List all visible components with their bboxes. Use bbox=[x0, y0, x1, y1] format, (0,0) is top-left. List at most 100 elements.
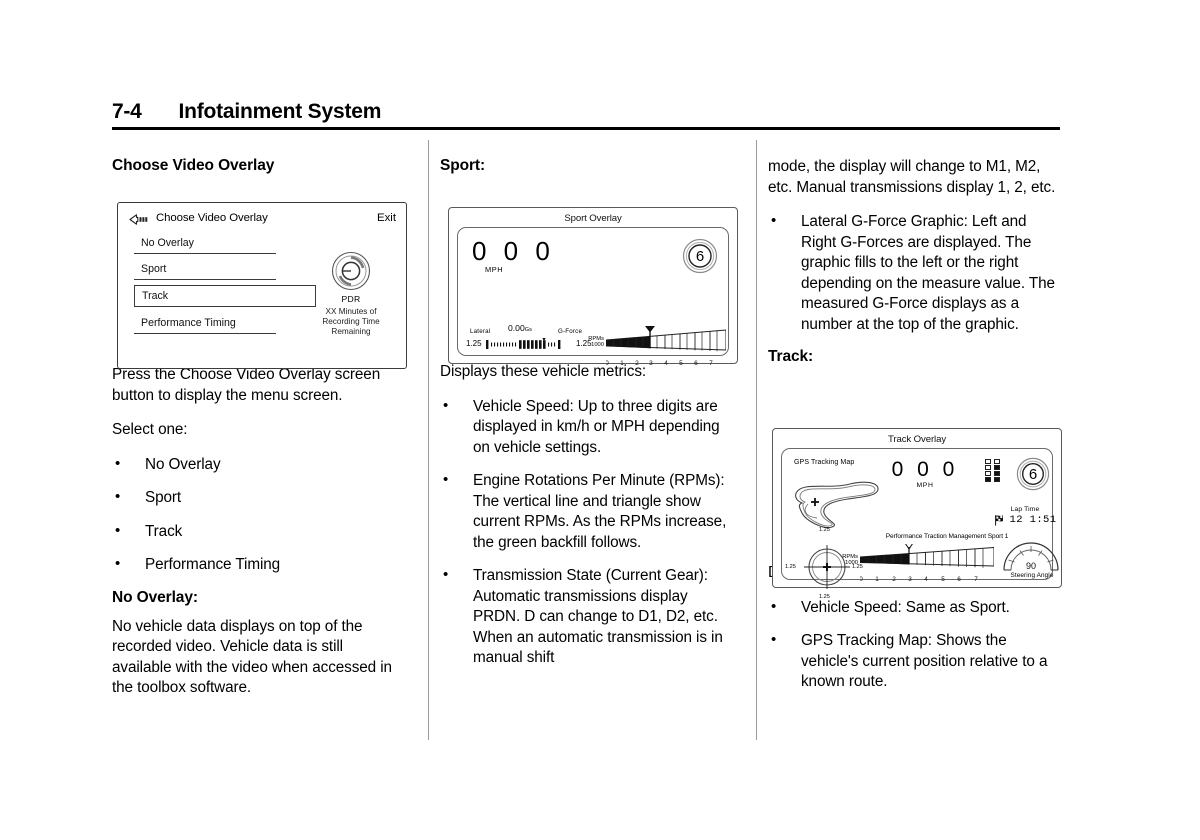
list-item: Transmission State (Current Gear): Autom… bbox=[440, 565, 732, 669]
pdr-dial-icon bbox=[328, 250, 374, 292]
steering-angle-label: Steering Angle bbox=[1010, 572, 1054, 579]
svg-text:3: 3 bbox=[908, 576, 912, 583]
figure-titlebar: Choose Video Overlay Exit bbox=[128, 212, 396, 228]
speed-digits: 0 0 0 bbox=[891, 458, 959, 481]
gear-indicator: 6 bbox=[682, 238, 718, 274]
menu-item-no-overlay[interactable]: No Overlay bbox=[134, 233, 276, 254]
list-item: Lateral G-Force Graphic: Left and Right … bbox=[768, 211, 1060, 335]
section-heading-no-overlay: No Overlay: bbox=[112, 588, 198, 606]
led-segment bbox=[994, 464, 1000, 470]
overlay-options-list: No Overlay Sport Track Performance Timin… bbox=[112, 454, 404, 576]
lateral-gforce-list: Lateral G-Force Graphic: Left and Right … bbox=[768, 211, 1060, 335]
svg-text:4: 4 bbox=[924, 576, 928, 583]
sport-overlay-screen: 0 0 0 MPH 6 Lateral 0.00Gs G-Force 1.25 … bbox=[457, 227, 729, 367]
list-item: Sport bbox=[112, 487, 404, 509]
lap-time-label: Lap Time bbox=[1010, 506, 1040, 513]
speed-unit: MPH bbox=[485, 265, 504, 274]
svg-text:1: 1 bbox=[875, 576, 879, 583]
shift-light-indicators bbox=[985, 459, 1000, 482]
list-item: Engine Rotations Per Minute (RPMs): The … bbox=[440, 470, 732, 553]
steering-value-text: 90 bbox=[1026, 561, 1036, 571]
g-circle-bottom: 1.25 bbox=[819, 594, 830, 600]
figure-choose-video-overlay-screen: Choose Video Overlay Exit No Overlay Spo… bbox=[117, 202, 407, 369]
section-heading-choose-video-overlay: Choose Video Overlay bbox=[112, 157, 275, 174]
track-metrics-list: Vehicle Speed: Same as Sport. GPS Tracki… bbox=[768, 597, 1060, 693]
g-value-readout: 0.00Gs bbox=[508, 323, 532, 333]
led-segment bbox=[994, 470, 1000, 476]
lateral-label: Lateral bbox=[470, 328, 491, 335]
rpm-gauge: RPMs 1000 0 1 2 3 4 5 6 7 bbox=[588, 326, 726, 368]
svg-text:6: 6 bbox=[957, 576, 961, 583]
exit-button[interactable]: Exit bbox=[377, 212, 396, 224]
figure-track-overlay: Track Overlay GPS Tracking Map 0 0 0 MPH bbox=[772, 428, 1062, 600]
menu-item-sport[interactable]: Sport bbox=[134, 259, 276, 280]
paragraph-press-choose: Press the Choose Video Overlay screen bu… bbox=[112, 366, 381, 404]
ptm-mode-label: Performance Traction Management Sport 1 bbox=[885, 533, 1009, 540]
rpm-bar-graphic bbox=[606, 326, 726, 352]
svg-text:5: 5 bbox=[679, 360, 683, 367]
led-segment bbox=[985, 470, 991, 476]
manual-page: 7-4 Infotainment System Choose Video Ove… bbox=[0, 0, 1200, 840]
list-item: Vehicle Speed: Same as Sport. bbox=[768, 597, 1060, 619]
rpm-unit-label: RPMs 1000 bbox=[588, 336, 604, 349]
g-unit: Gs bbox=[524, 327, 532, 333]
svg-text:0: 0 bbox=[606, 360, 609, 367]
pdr-label: PDR bbox=[341, 294, 361, 304]
rpm-gauge: RPMs 1000 0 1 2 3 4 5 6 7 bbox=[842, 544, 994, 584]
gforce-label: G-Force bbox=[558, 328, 583, 335]
speed-readout: 0 0 0 MPH bbox=[472, 238, 555, 274]
svg-text:6: 6 bbox=[694, 360, 698, 367]
rpm-unit-label: RPMs 1000 bbox=[842, 554, 858, 567]
led-column-right bbox=[994, 459, 1000, 482]
pdr-indicator: PDR bbox=[328, 250, 374, 304]
page-number: 7-4 bbox=[112, 100, 142, 123]
back-arrow-icon[interactable] bbox=[128, 214, 150, 225]
g-value: 0.00 bbox=[508, 323, 525, 333]
led-segment bbox=[985, 464, 991, 470]
chapter-title: Infotainment System bbox=[178, 100, 382, 123]
list-item: Vehicle Speed: Up to three digits are di… bbox=[440, 396, 732, 459]
g-left-max: 1.25 bbox=[466, 339, 482, 348]
figure-sport-overlay: Sport Overlay 0 0 0 MPH 6 Lateral 0.00Gs bbox=[448, 207, 738, 367]
column-divider-2 bbox=[756, 140, 757, 740]
svg-text:4: 4 bbox=[664, 360, 668, 367]
led-segment bbox=[985, 476, 991, 482]
svg-text:2: 2 bbox=[635, 360, 639, 367]
svg-text:1: 1 bbox=[620, 360, 624, 367]
gear-value: 6 bbox=[1028, 465, 1038, 483]
svg-text:5: 5 bbox=[941, 576, 945, 583]
svg-text:2: 2 bbox=[892, 576, 896, 583]
page-header: 7-4 Infotainment System bbox=[112, 100, 1060, 130]
lap-time-display: Lap Time 12 1:51 bbox=[992, 506, 1058, 526]
led-segment bbox=[994, 476, 1000, 482]
gps-track-map-icon bbox=[788, 469, 884, 531]
paragraph-no-overlay: No vehicle data displays on top of the r… bbox=[112, 617, 392, 697]
led-segment bbox=[994, 459, 1000, 464]
list-item: No Overlay bbox=[112, 454, 404, 476]
speed-unit: MPH bbox=[916, 482, 934, 489]
gear-indicator: 6 bbox=[1016, 457, 1050, 491]
list-item: Performance Timing bbox=[112, 554, 404, 576]
led-segment bbox=[985, 459, 991, 464]
speed-digits: 0 0 0 bbox=[472, 236, 555, 266]
list-item: Track bbox=[112, 521, 404, 543]
column-divider-1 bbox=[428, 140, 429, 740]
figure-caption-track: Track Overlay bbox=[887, 434, 947, 445]
g-circle-top: 1.25 bbox=[819, 527, 830, 533]
led-column-left bbox=[985, 459, 991, 482]
rpm-bar-graphic bbox=[860, 544, 994, 568]
figure-screen-title: Choose Video Overlay bbox=[156, 212, 268, 224]
menu-item-performance-timing[interactable]: Performance Timing bbox=[134, 313, 276, 334]
header-divider bbox=[112, 127, 1060, 130]
section-heading-track: Track: bbox=[768, 348, 814, 365]
checkered-flag-icon bbox=[994, 514, 1007, 526]
menu-item-track[interactable]: Track bbox=[134, 285, 316, 307]
section-heading-sport: Sport: bbox=[440, 157, 486, 174]
g-bar-ticks bbox=[486, 338, 576, 352]
paragraph-select-one: Select one: bbox=[112, 421, 188, 438]
recording-time-remaining: XX Minutes of Recording Time Remaining bbox=[322, 307, 380, 336]
svg-text:7: 7 bbox=[974, 576, 978, 583]
svg-text:0: 0 bbox=[860, 576, 863, 583]
figure-caption-sport: Sport Overlay bbox=[564, 213, 622, 224]
lap-time-value: 12 1:51 bbox=[1009, 514, 1057, 526]
